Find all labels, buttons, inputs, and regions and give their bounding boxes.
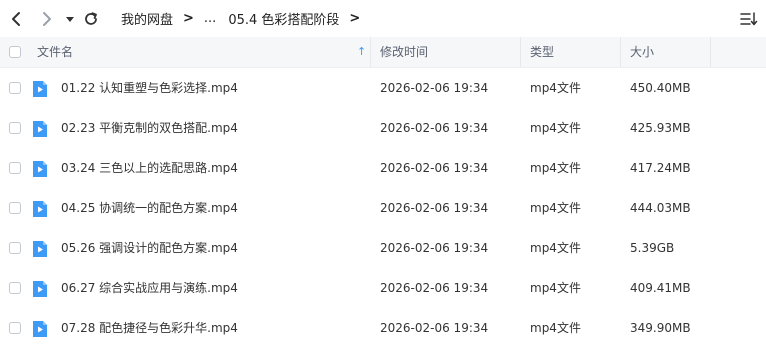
file-type: mp4文件 [530,161,581,175]
file-name[interactable]: 07.28 配色捷径与色彩升华.mp4 [61,308,238,348]
sort-ascending-icon[interactable]: ↑ [357,37,366,67]
row-checkbox[interactable] [9,162,21,174]
breadcrumb: 我的网盘 > ... 05.4 色彩搭配阶段 > [121,0,370,36]
table-row[interactable]: 07.28 配色捷径与色彩升华.mp4 2026-02-06 19:34 mp4文件… [0,308,766,348]
file-name[interactable]: 02.23 平衡克制的双色搭配.mp4 [61,108,238,148]
video-file-icon [33,201,47,217]
file-type: mp4文件 [530,81,581,95]
refresh-icon [85,12,97,25]
column-header-size[interactable]: 大小 [630,37,654,67]
row-checkbox[interactable] [9,122,21,134]
file-size: 444.03MB [630,201,691,215]
file-modified: 2026-02-06 19:34 [380,281,489,295]
history-dropdown-button[interactable] [59,8,81,30]
file-type: mp4文件 [530,201,581,215]
select-all-checkbox[interactable] [9,46,21,58]
file-name[interactable]: 04.25 协调统一的配色方案.mp4 [61,188,238,228]
file-name[interactable]: 03.24 三色以上的选配思路.mp4 [61,148,238,188]
file-name[interactable]: 05.26 强调设计的配色方案.mp4 [61,228,238,268]
breadcrumb-item-root[interactable]: 我的网盘 [121,9,173,28]
column-divider[interactable] [710,37,711,67]
file-size: 450.40MB [630,81,691,95]
file-modified: 2026-02-06 19:34 [380,201,489,215]
column-header-modified[interactable]: 修改时间 [380,37,428,67]
breadcrumb-separator-icon: > [183,10,194,26]
table-row[interactable]: 06.27 综合实战应用与演练.mp4 2026-02-06 19:34 mp4文件… [0,268,766,308]
file-name[interactable]: 06.27 综合实战应用与演练.mp4 [61,268,238,308]
file-size: 5.39GB [630,241,675,255]
video-file-icon [33,321,47,337]
file-modified: 2026-02-06 19:34 [380,161,489,175]
sort-list-icon [740,12,758,26]
column-header-name[interactable]: 文件名 [37,37,73,67]
toolbar: 我的网盘 > ... 05.4 色彩搭配阶段 > [0,0,766,38]
file-size: 409.41MB [630,281,691,295]
chevron-left-icon [12,12,20,26]
file-modified: 2026-02-06 19:34 [380,81,489,95]
chevron-right-icon [43,12,51,26]
breadcrumb-item-current[interactable]: 05.4 色彩搭配阶段 [228,9,339,28]
video-file-icon [33,241,47,257]
column-divider[interactable] [370,37,371,67]
refresh-button[interactable] [80,8,102,30]
column-header-type[interactable]: 类型 [530,37,554,67]
file-type: mp4文件 [530,321,581,335]
column-divider[interactable] [620,37,621,67]
video-file-icon [33,121,47,137]
video-file-icon [33,161,47,177]
table-row[interactable]: 01.22 认知重塑与色彩选择.mp4 2026-02-06 19:34 mp4文件… [0,68,766,108]
file-type: mp4文件 [530,281,581,295]
video-file-icon [33,81,47,97]
table-row[interactable]: 02.23 平衡克制的双色搭配.mp4 2026-02-06 19:34 mp4文件… [0,108,766,148]
row-checkbox[interactable] [9,282,21,294]
row-checkbox[interactable] [9,242,21,254]
breadcrumb-item-ellipsis[interactable]: ... [204,11,216,26]
file-type: mp4文件 [530,241,581,255]
file-size: 425.93MB [630,121,691,135]
table-row[interactable]: 03.24 三色以上的选配思路.mp4 2026-02-06 19:34 mp4文件… [0,148,766,188]
row-checkbox[interactable] [9,82,21,94]
file-modified: 2026-02-06 19:34 [380,321,489,335]
row-checkbox[interactable] [9,202,21,214]
file-type: mp4文件 [530,121,581,135]
column-divider[interactable] [520,37,521,67]
table-row[interactable]: 04.25 协调统一的配色方案.mp4 2026-02-06 19:34 mp4文件… [0,188,766,228]
breadcrumb-separator-icon: > [349,10,361,26]
file-modified: 2026-02-06 19:34 [380,241,489,255]
dropdown-icon [66,17,74,22]
row-checkbox[interactable] [9,322,21,334]
sort-options-button[interactable] [738,8,760,30]
table-row[interactable]: 05.26 强调设计的配色方案.mp4 2026-02-06 19:34 mp4文件… [0,228,766,268]
file-size: 417.24MB [630,161,691,175]
video-file-icon [33,281,47,297]
table-header: 文件名 ↑ 修改时间 类型 大小 [0,37,766,68]
file-name[interactable]: 01.22 认知重塑与色彩选择.mp4 [61,68,238,108]
file-size: 349.90MB [630,321,691,335]
forward-button[interactable] [36,8,58,30]
back-button[interactable] [5,8,27,30]
file-modified: 2026-02-06 19:34 [380,121,489,135]
